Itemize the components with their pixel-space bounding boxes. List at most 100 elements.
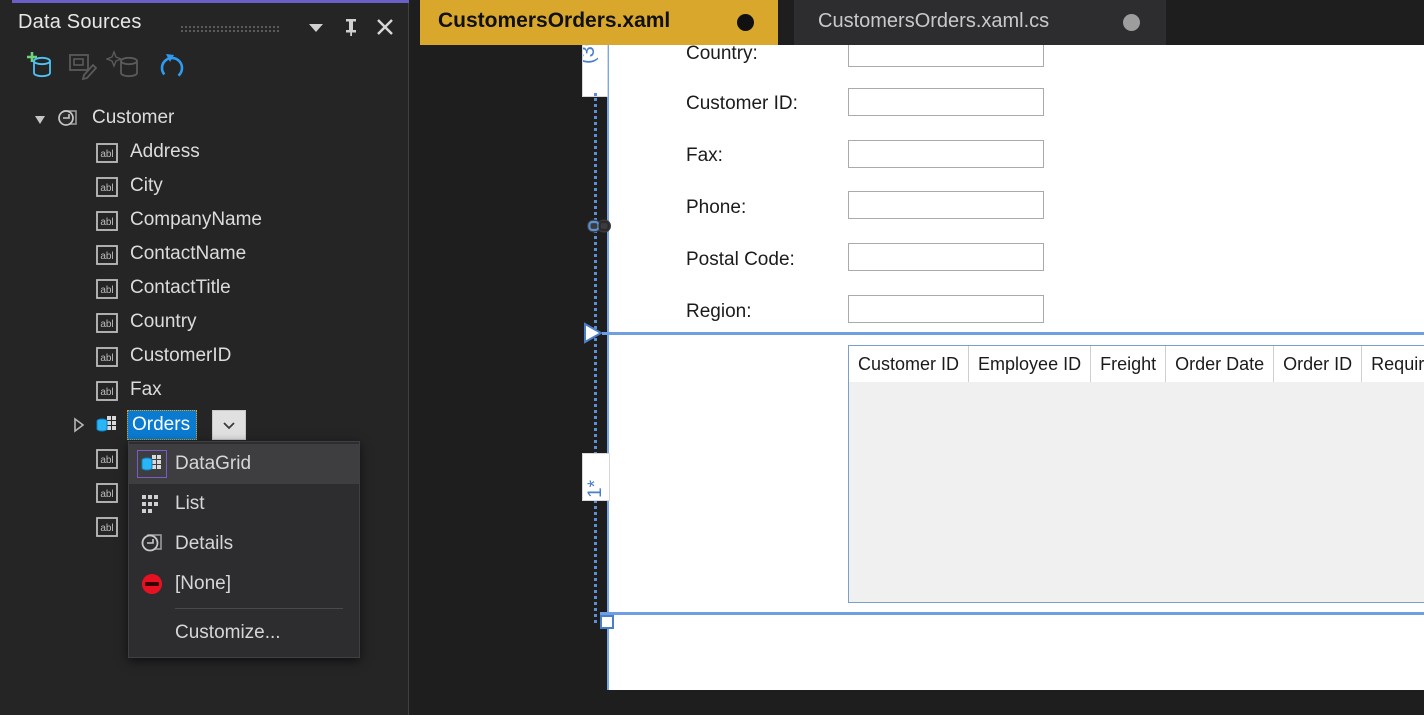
tab-gap [778,0,794,45]
field-label-customer-id: Customer ID: [686,93,798,115]
datagrid-column-header[interactable]: Required Date [1362,346,1424,382]
details-icon [129,532,175,556]
row-definition-0-label[interactable]: (36 [582,45,608,97]
datagrid-column-header[interactable]: Employee ID [969,346,1091,382]
field-input-phone[interactable] [848,191,1044,219]
tree-item-label: Address [130,141,200,163]
dropdown-item-customize[interactable]: Customize... [129,613,359,653]
tree-item-contactname[interactable]: abl ContactName [0,238,409,272]
data-sources-titlebar: Data Sources [0,3,409,42]
tab-customersorders-xaml-cs[interactable]: CustomersOrders.xaml.cs [794,0,1166,45]
field-label-phone: Phone: [686,197,746,219]
tree-item-city[interactable]: abl City [0,170,409,204]
svg-text:abl: abl [100,523,113,534]
svg-text:abl: abl [100,387,113,398]
data-sources-toolbar [0,48,409,88]
tree-item-companyname[interactable]: abl CompanyName [0,204,409,238]
abl-icon: abl [95,210,119,232]
tree-item-country[interactable]: abl Country [0,306,409,340]
tree-item-label: ContactName [130,243,246,265]
dropdown-separator [175,608,343,609]
abl-icon: abl [95,142,119,164]
abl-icon: abl [95,312,119,334]
grid-bottom-handle[interactable] [600,615,614,629]
svg-text:abl: abl [100,217,113,228]
tree-item-label: ContactTitle [130,277,231,299]
tree-item-contacttitle[interactable]: abl ContactTitle [0,272,409,306]
dropdown-item-label: DataGrid [175,453,251,475]
abl-icon: abl [95,482,119,504]
design-canvas[interactable]: Country: Customer ID: Fax: Phone: Postal… [608,45,1424,690]
expander-expand-icon[interactable] [68,408,90,442]
orders-control-dropdown-menu: DataGrid List [128,441,360,658]
tree-item-label: CustomerID [130,345,231,367]
svg-text:abl: abl [100,285,113,296]
datagrid-column-header[interactable]: Customer ID [849,346,969,382]
chevron-down-icon[interactable] [303,15,329,39]
svg-text:abl: abl [100,353,113,364]
dropdown-item-label: Customize... [175,622,281,644]
svg-text:abl: abl [100,319,113,330]
expander-collapse-icon[interactable] [30,102,52,136]
row-definition-1-label[interactable]: 1* [582,453,610,501]
tab-dirty-indicator[interactable] [1123,14,1140,31]
pin-icon[interactable] [338,15,364,39]
tab-label: CustomersOrders.xaml.cs [818,10,1049,33]
tab-label: CustomersOrders.xaml [438,9,670,33]
field-input-postal-code[interactable] [848,243,1044,271]
entity-icon [56,108,80,130]
configure-data-source-icon[interactable] [106,48,146,86]
add-new-data-source-icon[interactable] [22,48,62,86]
dropdown-item-datagrid[interactable]: DataGrid [129,444,359,484]
link-chain-icon[interactable] [586,215,612,237]
tree-item-orders-selected[interactable]: Orders [127,410,197,440]
tree-item-label: Country [130,311,197,333]
panel-title: Data Sources [18,11,142,34]
abl-icon: abl [95,176,119,198]
datagrid-column-header[interactable]: Freight [1091,346,1166,382]
tree-item-address[interactable]: abl Address [0,136,409,170]
field-label-postal-code: Postal Code: [686,249,795,271]
edit-dataset-icon[interactable] [62,48,102,86]
tree-item-label: CompanyName [130,209,262,231]
datagrid-icon [95,414,119,436]
abl-icon: abl [95,244,119,266]
datagrid-column-header[interactable]: Order ID [1274,346,1362,382]
svg-text:abl: abl [100,251,113,262]
grid-row-rail [594,93,597,623]
row-definition-0-text: (36 [582,45,600,64]
dropdown-item-label: [None] [175,573,231,595]
tab-customersorders-xaml[interactable]: CustomersOrders.xaml [420,0,778,45]
datagrid-column-header[interactable]: Order Date [1166,346,1274,382]
tree-item-fax[interactable]: abl Fax [0,374,409,408]
grid-row-splitter-line[interactable] [602,332,1424,335]
chevron-down-icon[interactable] [212,410,246,440]
field-input-region[interactable] [848,295,1044,323]
panel-drag-grip[interactable] [180,25,280,32]
dropdown-item-details[interactable]: Details [129,524,359,564]
row-definition-1-text: 1* [585,480,607,498]
tree-item-label: Orders [132,414,190,436]
dropdown-item-list[interactable]: List [129,484,359,524]
grid-bottom-splitter-line[interactable] [600,612,1424,615]
close-icon[interactable] [372,15,398,39]
datagrid-header-row: Customer ID Employee ID Freight Order Da… [849,346,1424,382]
datagrid-body[interactable] [849,383,1424,602]
tab-dirty-indicator[interactable] [737,14,754,31]
grid-column-border [607,45,609,690]
field-label-country: Country: [686,45,758,65]
tree-item-label: Customer [92,107,174,129]
abl-icon: abl [95,516,119,538]
refresh-icon[interactable] [152,48,192,86]
none-icon [129,572,175,596]
field-input-fax[interactable] [848,140,1044,168]
tree-item-customerid[interactable]: abl CustomerID [0,340,409,374]
tree-item-orders[interactable]: Orders [0,408,409,442]
field-input-customer-id[interactable] [848,88,1044,116]
field-input-country[interactable] [848,45,1044,67]
dropdown-item-none[interactable]: [None] [129,564,359,604]
xaml-designer-surface: Country: Customer ID: Fax: Phone: Postal… [410,45,1424,715]
tree-item-customer[interactable]: Customer [0,102,409,136]
orders-datagrid[interactable]: Customer ID Employee ID Freight Order Da… [848,345,1424,603]
row-splitter-marker-icon[interactable] [582,322,604,344]
